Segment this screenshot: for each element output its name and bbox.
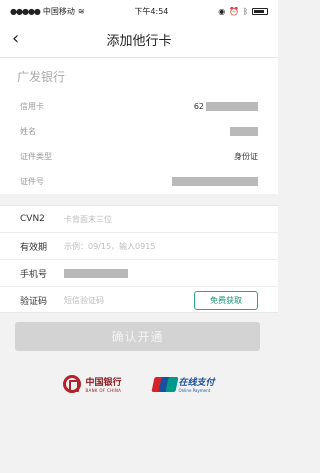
sms-code-input[interactable] <box>64 296 164 305</box>
id-number-row: 证件号 <box>0 169 278 194</box>
name-label: 姓名 <box>20 127 36 136</box>
name-value <box>230 127 258 136</box>
card-info-section: 信用卡 62 姓名 证件类型 身份证 证件号 <box>0 94 278 194</box>
id-type-row: 证件类型 身份证 <box>0 144 278 169</box>
card-type-label: 信用卡 <box>20 102 44 111</box>
status-time: 下午4:54 <box>134 6 169 16</box>
unionpay-english-name: Online Payment <box>178 388 211 393</box>
bluetooth-icon: ᛒ <box>243 6 248 16</box>
id-number-value <box>172 177 258 186</box>
alarm-icon: ⏰ <box>229 6 240 16</box>
lock-rotation-icon: ◉ <box>218 6 226 16</box>
name-row: 姓名 <box>0 119 278 144</box>
get-code-button[interactable]: 免费获取 <box>194 291 258 310</box>
page-title: 添加他行卡 <box>106 34 172 49</box>
status-right: ◉ ⏰ ᛒ <box>218 7 268 16</box>
nav-bar: ‹ 添加他行卡 <box>0 22 278 58</box>
unionpay-logo: 在线支付 Online Payment <box>150 375 215 393</box>
signal-icon: ●●●●● <box>10 6 41 16</box>
boc-chinese-name: 中国银行 <box>85 378 122 388</box>
verification-form: CVN2 有效期 手机号 验证码 免费获取 <box>0 205 278 313</box>
card-number-mask <box>206 102 258 111</box>
bank-name: 广发银行 <box>17 69 66 84</box>
confirm-button[interactable]: 确认开通 <box>15 322 260 351</box>
partner-logos: 中国银行 BANK OF CHINA 在线支付 Online Payment <box>0 370 278 398</box>
id-number-label: 证件号 <box>20 177 44 186</box>
expiry-label: 有效期 <box>20 242 48 253</box>
carrier-label: 中国移动 <box>42 6 75 16</box>
sms-row: 验证码 免费获取 <box>0 287 278 314</box>
bank-of-china-icon <box>63 375 82 393</box>
bank-name-row: 广发银行 <box>0 58 278 94</box>
unionpay-icon <box>150 376 179 392</box>
boc-english-name: BANK OF CHINA <box>85 388 122 393</box>
phone-label: 手机号 <box>20 269 48 280</box>
phone-row: 手机号 <box>0 260 278 287</box>
wifi-icon: ≋ <box>77 6 85 16</box>
battery-icon <box>252 7 268 15</box>
unionpay-chinese-name: 在线支付 <box>178 378 215 388</box>
phone-mask[interactable] <box>64 268 128 278</box>
cvn2-input[interactable] <box>64 214 184 224</box>
expiry-row: 有效期 <box>0 233 278 260</box>
bank-of-china-logo: 中国银行 BANK OF CHINA <box>63 375 122 393</box>
card-number-value: 62 <box>194 102 258 111</box>
sms-label: 验证码 <box>20 297 48 307</box>
expiry-input[interactable] <box>64 241 214 251</box>
cvn2-label: CVN2 <box>20 214 45 224</box>
id-type-label: 证件类型 <box>20 152 52 161</box>
status-left: ●●●●● 中国移动 ≋ <box>10 6 85 17</box>
back-icon[interactable]: ‹ <box>12 28 19 50</box>
card-number-prefix: 62 <box>193 102 204 111</box>
id-type-value: 身份证 <box>234 152 258 161</box>
id-number-mask <box>172 177 258 186</box>
cvn2-row: CVN2 <box>0 206 278 233</box>
name-mask <box>230 127 258 136</box>
status-bar: ●●●●● 中国移动 ≋ 下午4:54 ◉ ⏰ ᛒ <box>0 0 278 22</box>
card-type-row: 信用卡 62 <box>0 94 278 119</box>
